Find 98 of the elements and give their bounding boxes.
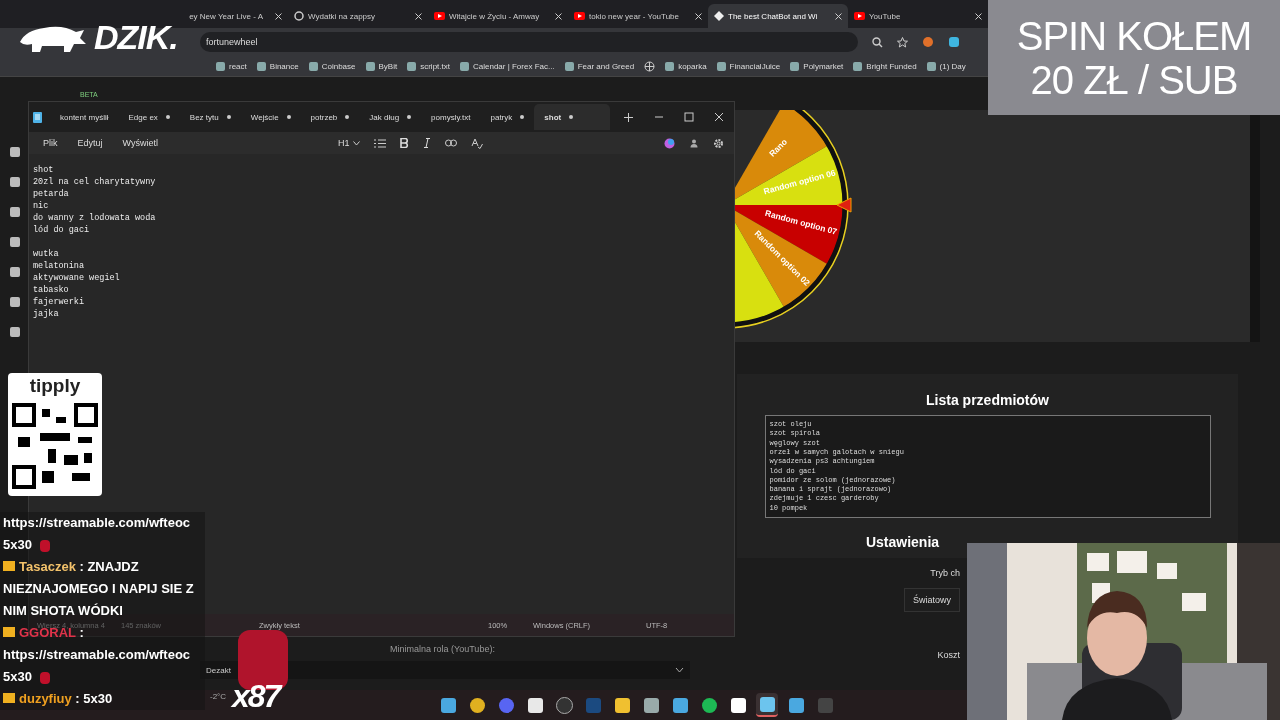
mode-select[interactable]: Światowy bbox=[904, 588, 960, 612]
bookmark[interactable]: script.txt bbox=[407, 61, 450, 71]
text-line: petarda bbox=[33, 188, 69, 200]
document-tab[interactable]: Jak dług bbox=[359, 104, 422, 130]
field-label: Tryb ch bbox=[930, 568, 960, 578]
address-field[interactable]: fortunewheel bbox=[200, 32, 858, 52]
gear-icon bbox=[294, 11, 304, 21]
globe-icon[interactable] bbox=[644, 60, 656, 72]
menu-item[interactable]: Wyświetl bbox=[112, 138, 168, 148]
heading-dropdown[interactable]: H1 bbox=[337, 138, 361, 148]
chevron-icon bbox=[353, 140, 361, 146]
star-icon[interactable] bbox=[897, 36, 908, 48]
bookmark[interactable]: Bright Funded bbox=[853, 61, 917, 71]
field-label: Koszt bbox=[937, 650, 960, 660]
menu-item[interactable]: Plik bbox=[33, 138, 68, 148]
text-line: fajerwerki bbox=[33, 296, 84, 308]
text-line: jajka bbox=[33, 308, 59, 320]
segment-label: Random option 07 bbox=[764, 207, 839, 237]
list-icon[interactable] bbox=[374, 138, 387, 148]
text-line: wutka bbox=[33, 248, 59, 260]
document-tab[interactable]: shot bbox=[534, 104, 611, 130]
sidebar-icon[interactable] bbox=[10, 147, 20, 157]
close-icon[interactable] bbox=[415, 12, 422, 20]
close-icon[interactable] bbox=[275, 12, 282, 20]
close-icon[interactable] bbox=[695, 12, 702, 20]
maximize-icon[interactable] bbox=[684, 112, 694, 122]
bookmark[interactable]: (1) Day bbox=[926, 61, 966, 71]
close-icon[interactable] bbox=[975, 12, 982, 20]
sidebar-icon[interactable] bbox=[10, 267, 20, 277]
search-icon[interactable] bbox=[872, 36, 883, 48]
browser-tab[interactable]: YouTube bbox=[848, 4, 988, 28]
bookmark[interactable]: ByBit bbox=[365, 61, 398, 71]
text-line: lód do gaci bbox=[33, 224, 90, 236]
notepad-icon bbox=[33, 111, 42, 123]
segment-label: Random option 06 bbox=[762, 167, 837, 197]
text-line: nic bbox=[33, 200, 49, 212]
chevron-icon bbox=[675, 667, 684, 673]
sidebar-icon[interactable] bbox=[10, 177, 20, 187]
close-icon[interactable] bbox=[714, 112, 724, 122]
bookmark[interactable]: Calendar | Forex Fac... bbox=[460, 61, 555, 71]
text-line: 20zl na cel charytatywny bbox=[33, 176, 156, 188]
bookmark[interactable]: FinancialJuice bbox=[716, 61, 781, 71]
sidebar-icon[interactable] bbox=[10, 207, 20, 217]
channel-logo: DZIK. bbox=[18, 18, 178, 57]
text-line: aktywowane wegiel bbox=[33, 272, 120, 284]
document-tab[interactable]: pomysly.txt bbox=[421, 104, 481, 130]
extension-icon[interactable] bbox=[922, 36, 934, 48]
document-tab[interactable]: Edge ex bbox=[118, 104, 180, 130]
chat-message: Tasaczek : ZNAJDZ NIEZNAJOMEGO I NAPIJ SIE Z NIM SHOTA WÓDKI bbox=[2, 558, 195, 620]
bookmark[interactable]: Polymarket bbox=[790, 61, 844, 71]
sidebar-icon[interactable] bbox=[10, 327, 20, 337]
video-icon bbox=[434, 12, 445, 20]
chat-message: duzyfiuy : 5x30 bbox=[0, 688, 205, 710]
document-tab[interactable]: potrzeb bbox=[300, 104, 360, 130]
menu-item[interactable]: Edytuj bbox=[67, 138, 113, 148]
banner-text: SPIN KOŁEM bbox=[1016, 13, 1252, 58]
bold-icon[interactable] bbox=[400, 138, 410, 148]
browser-tab[interactable]: tokio new year - YouTube bbox=[568, 4, 708, 28]
close-icon[interactable] bbox=[555, 12, 562, 20]
new-tab-icon[interactable] bbox=[624, 112, 634, 122]
video-icon bbox=[854, 12, 865, 20]
document-tab[interactable]: patryk bbox=[480, 104, 535, 130]
document-tab[interactable]: Wejście bbox=[240, 104, 301, 130]
sidebar-icon[interactable] bbox=[10, 237, 20, 247]
text-line: shot bbox=[33, 164, 54, 176]
sidebar-icon[interactable] bbox=[10, 297, 20, 307]
text-line: melatonina bbox=[33, 260, 84, 272]
browser-tab[interactable]: Witajcie w Życiu - Amway bbox=[428, 4, 568, 28]
close-icon[interactable] bbox=[835, 12, 842, 20]
banner-text: 20 ZŁ / SUB bbox=[1030, 57, 1238, 102]
field-label: Minimalna rola (YouTube): bbox=[390, 644, 495, 654]
browser-tab[interactable]: The best ChatBot and Wi bbox=[708, 4, 848, 28]
weather-text: -2°C bbox=[210, 692, 227, 701]
bookmark[interactable]: koparka bbox=[665, 61, 707, 71]
text-line: tabasko bbox=[33, 284, 69, 296]
section-title: Ustawienia bbox=[865, 534, 940, 550]
account-icon[interactable] bbox=[689, 137, 699, 148]
bookmark[interactable]: Coinbase bbox=[308, 61, 356, 71]
copilot-icon[interactable] bbox=[664, 137, 675, 149]
browser-tab[interactable]: Wydatki na zappsy bbox=[288, 4, 428, 28]
pointer-icon bbox=[836, 197, 852, 213]
diamond-icon bbox=[714, 11, 724, 21]
italic-icon[interactable] bbox=[423, 138, 432, 148]
video-icon bbox=[574, 12, 585, 20]
document-tab[interactable]: kontent myślił bbox=[50, 104, 119, 130]
chat-message: https://streamable.com/wfteoc 5x30 bbox=[2, 514, 192, 554]
extension-icon[interactable] bbox=[948, 36, 960, 48]
bookmark[interactable]: Binance bbox=[256, 61, 299, 71]
spellcheck-icon[interactable] bbox=[471, 137, 484, 149]
section-title: Lista przedmiotów bbox=[926, 392, 1049, 408]
bookmark[interactable]: react bbox=[216, 61, 247, 71]
document-tab[interactable]: Bez tytu bbox=[179, 104, 241, 130]
taskbar-app-icon[interactable] bbox=[756, 693, 778, 717]
link-icon[interactable] bbox=[445, 139, 458, 147]
bookmark[interactable]: Fear and Greed bbox=[564, 61, 635, 71]
settings-icon[interactable] bbox=[713, 137, 724, 149]
text-line: do wanny z lodowata woda bbox=[33, 212, 156, 224]
tip-logo: tipply bbox=[29, 375, 81, 397]
